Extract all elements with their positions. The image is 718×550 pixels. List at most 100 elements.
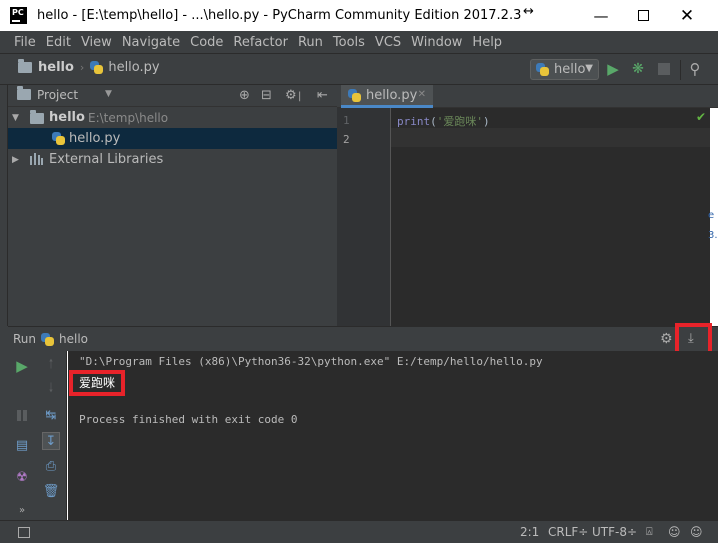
edge-artifact: 3. <box>708 230 718 241</box>
tree-root-project[interactable]: ▼ hello E:\temp\hello <box>8 107 337 128</box>
pycharm-logo-icon: PC <box>10 7 27 24</box>
left-tool-strip <box>0 85 8 326</box>
python-file-icon <box>41 332 55 346</box>
left-tool-strip-bottom <box>0 326 8 520</box>
tree-file-hello-py[interactable]: hello.py <box>8 128 337 149</box>
code-string: '爱跑咪' <box>436 115 483 128</box>
code-editor[interactable]: 1 2 print('爱跑咪') ✔ <box>337 108 710 326</box>
tree-external-libraries[interactable]: ▶ External Libraries <box>8 149 337 170</box>
editor-tab-hello-py[interactable]: hello.py ✕ <box>341 85 433 108</box>
project-view-icon <box>17 86 31 100</box>
current-line-highlight <box>337 128 710 147</box>
run-console[interactable]: "D:\Program Files (x86)\Python36-32\pyth… <box>68 351 718 520</box>
navigation-bar: hello › hello.py hello ▼ ▶ ❋ ⚲ <box>0 53 718 85</box>
pin-icon[interactable]: ☢ <box>13 468 31 486</box>
console-exit-message: Process finished with exit code 0 <box>79 413 298 426</box>
run-panel-label: Run <box>13 332 37 346</box>
gear-icon[interactable]: ⚙ <box>660 331 673 347</box>
tree-root-path: E:\temp\hello <box>88 110 169 125</box>
lock-icon[interactable]: ⍓ <box>646 525 653 539</box>
arrow-up-icon[interactable]: 🠑 <box>42 357 60 375</box>
python-file-icon <box>52 132 65 145</box>
code-function: print <box>397 115 431 128</box>
inspection-ok-check-icon: ✔ <box>695 110 706 124</box>
code-paren-open: ( <box>430 115 437 128</box>
notifications-face-icon[interactable]: ☺ <box>690 525 703 539</box>
tree-root-label: hello <box>49 110 85 125</box>
breadcrumb-project[interactable]: hello <box>38 60 74 75</box>
search-everywhere-icon[interactable]: ⚲ <box>687 60 703 78</box>
folder-icon <box>18 59 32 73</box>
run-button[interactable]: ▶ <box>605 60 621 78</box>
layout-icon[interactable]: ▤ <box>13 436 31 454</box>
tool-windows-toggle-icon[interactable] <box>18 527 30 538</box>
close-window-button[interactable]: ✕ <box>664 0 710 31</box>
project-tool-window: Project ▼ ⊕ ⊟ ⚙ | ⇤ ▼ hello E:\temp\hell… <box>8 85 337 326</box>
breadcrumb: hello › hello.py <box>18 59 160 75</box>
pause-icon[interactable] <box>13 406 31 424</box>
menu-navigate[interactable]: Navigate <box>122 35 180 50</box>
run-toolbar-secondary: 🠑 🠓 ↹ ↧ ⎙ 🗑 <box>36 351 67 520</box>
menu-view[interactable]: View <box>81 35 112 50</box>
console-command-line: "D:\Program Files (x86)\Python36-32\pyth… <box>79 355 543 368</box>
editor-tab-bar: hello.py ✕ <box>337 85 718 108</box>
soft-wrap-icon[interactable]: ↹ <box>42 406 60 424</box>
menu-file[interactable]: File <box>14 35 36 50</box>
code-paren-close: ) <box>483 115 490 128</box>
chevron-right-icon[interactable]: ▶ <box>12 155 19 165</box>
rerun-icon[interactable]: ▶ <box>13 357 31 375</box>
chevron-down-icon[interactable]: ▼ <box>105 89 112 99</box>
gear-icon[interactable]: ⚙ | <box>285 88 301 103</box>
line-number: 1 <box>343 114 350 127</box>
locate-target-icon[interactable]: ⊕ <box>239 88 250 103</box>
arrow-down-icon[interactable]: 🠓 <box>42 381 60 399</box>
menu-window[interactable]: Window <box>411 35 462 50</box>
breadcrumb-separator-icon: › <box>79 61 85 74</box>
hide-panel-down-icon[interactable]: ⤓ <box>688 331 694 346</box>
caret-position[interactable]: 2:1 <box>520 525 539 539</box>
menu-run[interactable]: Run <box>298 35 323 50</box>
run-panel-title: Run hello <box>13 332 88 346</box>
debug-bug-icon[interactable]: ❋ <box>630 61 646 77</box>
python-file-icon <box>90 61 104 74</box>
window-title-bar: PC hello - [E:\temp\hello] - ...\hello.p… <box>0 0 718 31</box>
editor-gutter: 1 2 <box>337 108 391 326</box>
menu-edit[interactable]: Edit <box>46 35 71 50</box>
project-view-selector[interactable]: Project <box>37 88 78 102</box>
edge-artifact: e <box>708 210 715 221</box>
menu-refactor[interactable]: Refactor <box>233 35 288 50</box>
run-configuration-select[interactable]: hello ▼ <box>530 59 599 80</box>
stop-button[interactable] <box>656 61 672 77</box>
python-file-icon <box>536 63 549 76</box>
menu-code[interactable]: Code <box>190 35 223 50</box>
file-encoding[interactable]: UTF-8÷ <box>592 525 637 539</box>
menu-tools[interactable]: Tools <box>333 35 365 50</box>
console-output-text: 爱跑咪 <box>79 376 116 390</box>
breadcrumb-file[interactable]: hello.py <box>108 60 159 75</box>
collapse-all-icon[interactable]: ⊟ <box>261 88 272 103</box>
close-tab-icon[interactable]: ✕ <box>418 89 426 100</box>
maximize-button[interactable] <box>620 0 666 31</box>
project-panel-header: Project ▼ ⊕ ⊟ ⚙ | ⇤ <box>8 85 337 107</box>
tree-file-label: hello.py <box>69 131 121 146</box>
hide-panel-icon[interactable]: ⇤ <box>317 88 328 103</box>
editor-tab-label: hello.py <box>366 87 418 103</box>
code-line-1[interactable]: print('爱跑咪') <box>397 113 490 129</box>
menu-help[interactable]: Help <box>472 35 502 50</box>
chevron-down-icon: ▼ <box>585 63 593 74</box>
run-toolbar-primary: ▶ ▤ ☢ » <box>8 351 36 520</box>
menu-bar: File Edit View Navigate Code Refactor Ru… <box>0 31 718 53</box>
more-chevron-icon[interactable]: » <box>13 501 31 519</box>
line-separator[interactable]: CRLF÷ <box>548 525 588 539</box>
menu-vcs[interactable]: VCS <box>375 35 401 50</box>
minimize-button[interactable]: — <box>578 0 624 31</box>
inspection-face-icon[interactable]: ☺ <box>668 525 681 539</box>
trash-icon[interactable]: 🗑 <box>42 482 60 500</box>
scroll-to-end-icon[interactable]: ↧ <box>42 432 60 450</box>
python-file-icon <box>348 88 361 102</box>
chevron-down-icon[interactable]: ▼ <box>12 113 19 123</box>
window-bottom-edge <box>0 543 718 550</box>
run-panel-config[interactable]: hello <box>59 332 88 346</box>
tree-libraries-label: External Libraries <box>49 152 164 167</box>
print-icon[interactable]: ⎙ <box>42 457 60 475</box>
